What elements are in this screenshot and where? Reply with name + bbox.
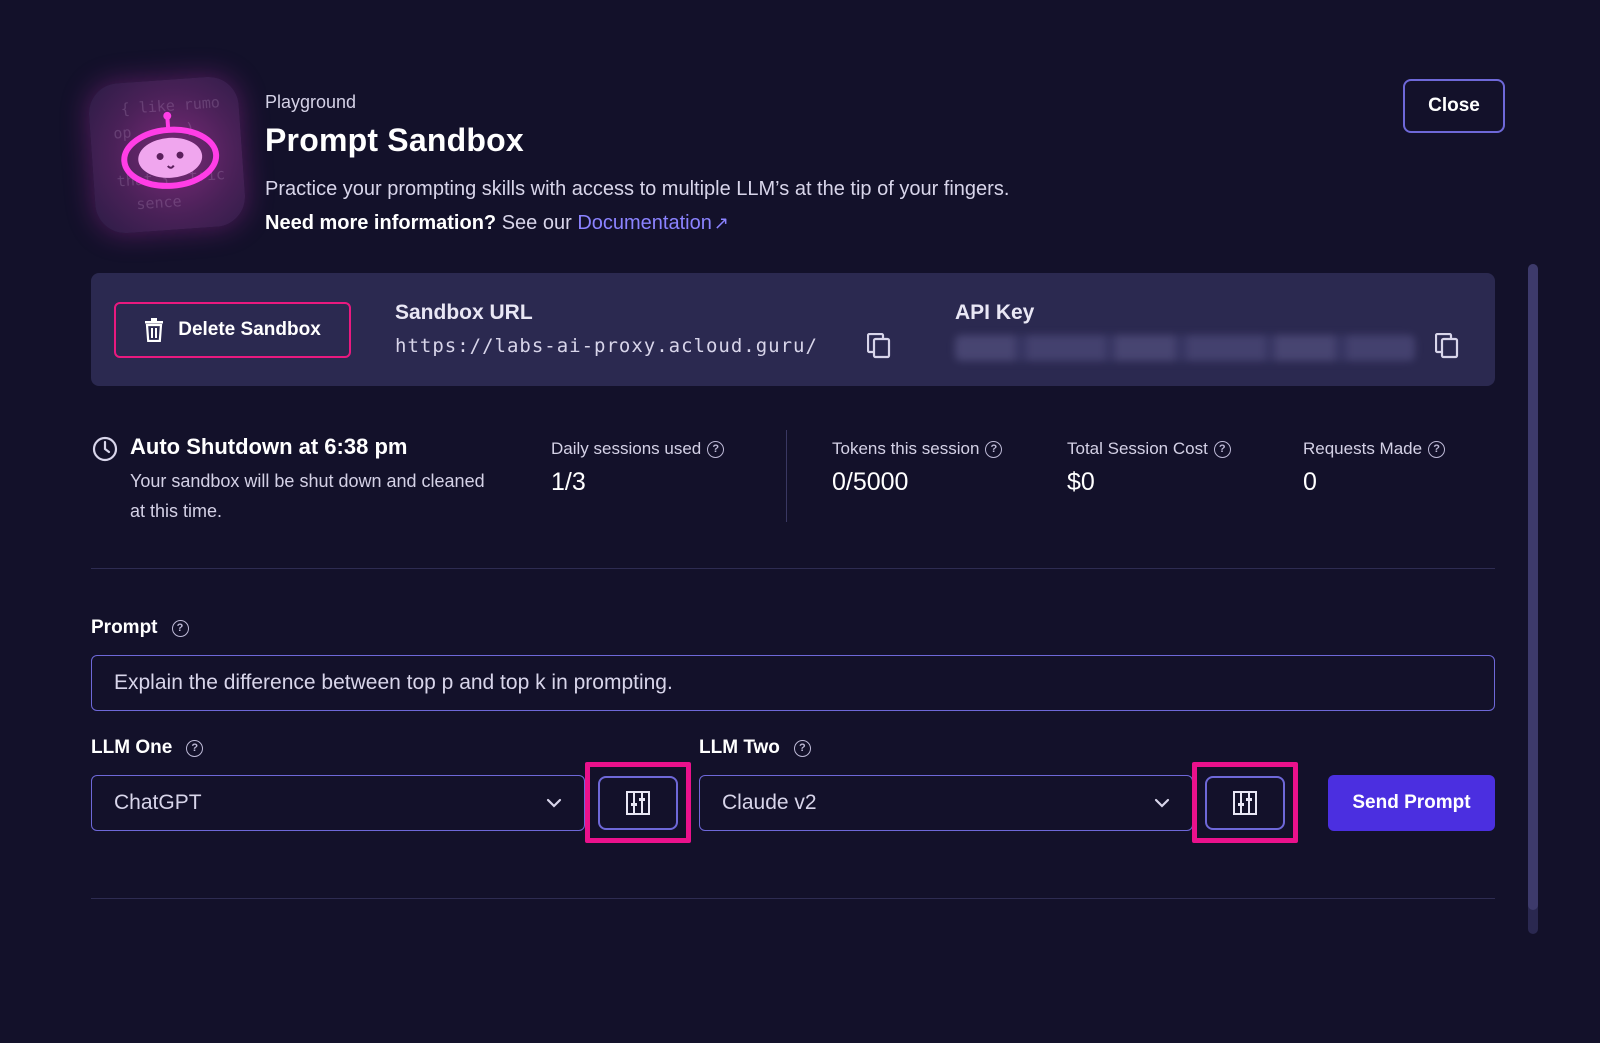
more-info: Need more information? See our Documenta… [265, 212, 729, 235]
sandbox-url-value: https://labs-ai-proxy.acloud.guru/ [395, 335, 818, 357]
copy-api-key-icon[interactable] [1435, 333, 1459, 359]
cost-label: Total Session Cost ? [1067, 439, 1231, 459]
tokens-label: Tokens this session ? [832, 439, 1003, 459]
tokens-value: 0/5000 [832, 468, 909, 496]
settings-sliders-icon [626, 791, 650, 815]
section-divider [91, 568, 1495, 569]
more-info-bold: Need more information? [265, 212, 497, 234]
api-key-value-redacted [955, 335, 1415, 361]
help-icon[interactable]: ? [707, 440, 725, 458]
copy-url-icon[interactable] [867, 333, 891, 359]
chevron-down-icon [1154, 798, 1170, 808]
auto-shutdown-title: Auto Shutdown at 6:38 pm [130, 434, 408, 459]
prompt-input[interactable] [91, 655, 1495, 711]
llm-two-settings-button[interactable] [1205, 776, 1285, 830]
delete-sandbox-button[interactable]: Delete Sandbox [114, 302, 351, 358]
page-eyebrow: Playground [265, 92, 357, 112]
llm-one-selected: ChatGPT [114, 791, 202, 814]
daily-sessions-label-text: Daily sessions used [551, 439, 702, 458]
llm-one-settings-button[interactable] [598, 776, 678, 830]
sandbox-info-bar: Delete Sandbox Sandbox URL https://labs-… [91, 273, 1495, 386]
api-key-label: API Key [955, 301, 1035, 324]
external-link-icon[interactable]: ↗ [714, 213, 729, 233]
sandbox-page: { like rumo op ) { that { tric sence Pla… [0, 0, 1600, 1043]
stats-divider [786, 430, 787, 522]
prompt-label-text: Prompt [91, 617, 158, 638]
cost-value: $0 [1067, 468, 1095, 496]
help-icon[interactable]: ? [1213, 440, 1231, 458]
section-divider [91, 898, 1495, 899]
help-icon[interactable]: ? [171, 619, 189, 637]
cost-label-text: Total Session Cost [1067, 439, 1208, 458]
delete-sandbox-label: Delete Sandbox [178, 319, 321, 340]
tokens-label-text: Tokens this session [832, 439, 980, 458]
robot-icon [121, 111, 220, 189]
chevron-down-icon [546, 798, 562, 808]
llm-two-select[interactable]: Claude v2 [699, 775, 1193, 831]
settings-sliders-icon [1233, 791, 1257, 815]
documentation-link[interactable]: Documentation [577, 212, 712, 234]
scrollbar-thumb[interactable] [1528, 264, 1538, 910]
requests-label-text: Requests Made [1303, 439, 1423, 458]
requests-label: Requests Made ? [1303, 439, 1446, 459]
daily-sessions-label: Daily sessions used ? [551, 439, 725, 459]
sandbox-url-label: Sandbox URL [395, 301, 533, 324]
llm-one-select[interactable]: ChatGPT [91, 775, 585, 831]
scrollbar[interactable] [1528, 264, 1538, 934]
help-icon[interactable]: ? [985, 440, 1003, 458]
auto-shutdown-description: Your sandbox will be shut down and clean… [130, 471, 485, 521]
llm-two-selected: Claude v2 [722, 791, 817, 814]
robot-logo: { like rumo op ) { that { tric sence [86, 74, 248, 236]
requests-value: 0 [1303, 468, 1317, 496]
help-icon[interactable]: ? [186, 739, 204, 757]
prompt-label: Prompt ? [91, 617, 189, 639]
close-button[interactable]: Close [1403, 79, 1505, 133]
llm-two-label: LLM Two ? [699, 737, 811, 759]
help-icon[interactable]: ? [1428, 440, 1446, 458]
daily-sessions-value: 1/3 [551, 468, 586, 496]
page-description: Practice your prompting skills with acce… [265, 178, 1010, 200]
clock-icon [92, 436, 118, 462]
llm-two-label-text: LLM Two [699, 737, 780, 758]
help-icon[interactable]: ? [793, 739, 811, 757]
trash-icon [145, 318, 164, 342]
send-prompt-button[interactable]: Send Prompt [1328, 775, 1495, 831]
llm-one-label-text: LLM One [91, 737, 173, 758]
more-info-text: See our [496, 212, 578, 234]
page-title: Prompt Sandbox [265, 122, 524, 158]
llm-one-label: LLM One ? [91, 737, 204, 759]
